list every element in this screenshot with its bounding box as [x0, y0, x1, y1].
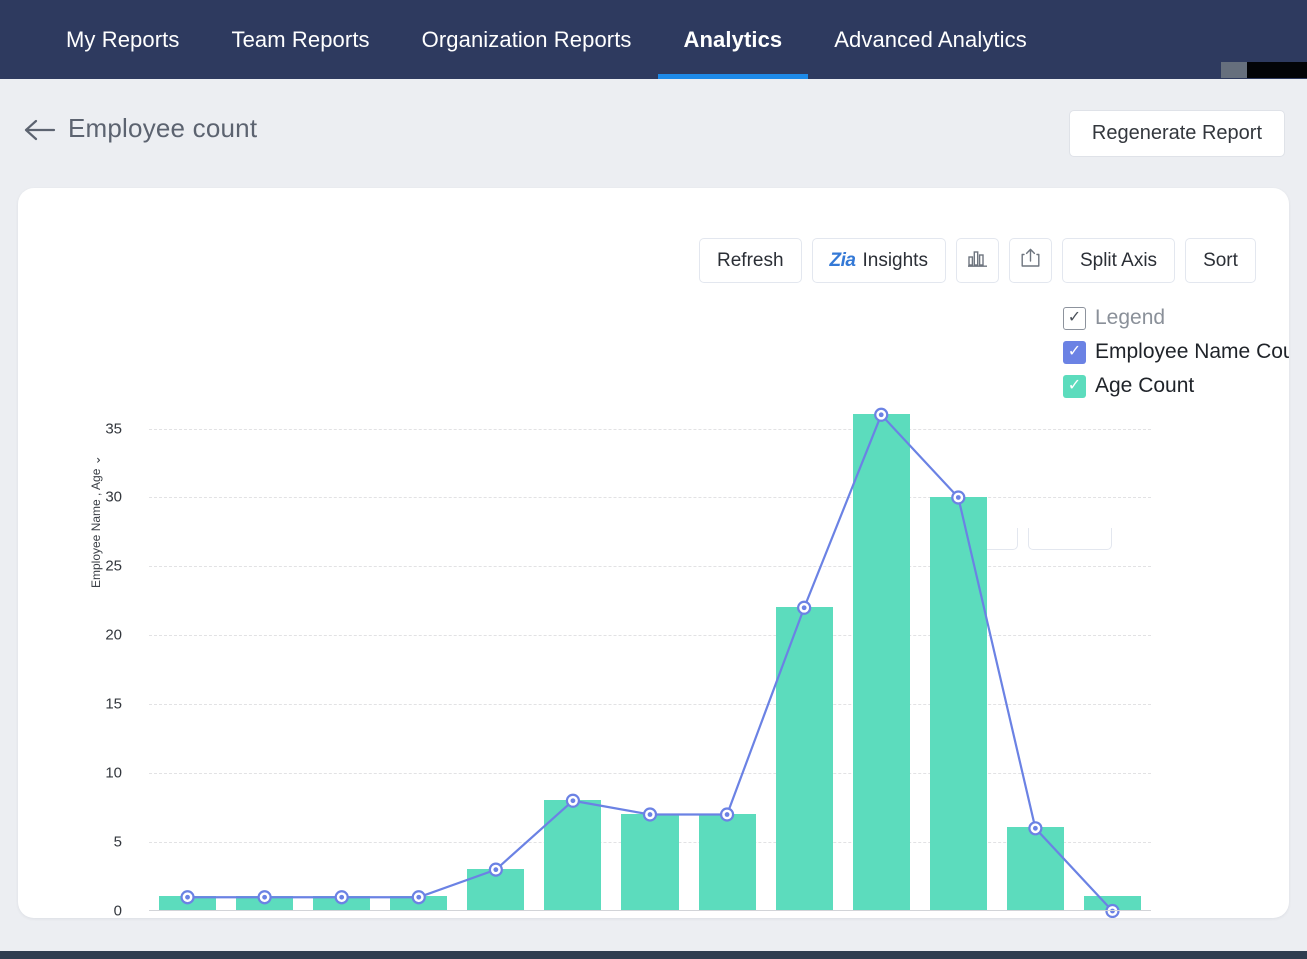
- insights-label: Insights: [862, 250, 927, 272]
- chart-plot-area: 05101520253035 2005200720092010201120122…: [131, 401, 1151, 911]
- y-axis-tick-label: 25: [82, 558, 122, 575]
- screen-artifact: [1247, 62, 1307, 78]
- x-axis-tick-label: 2010: [402, 917, 435, 918]
- legend-header-label: Legend: [1095, 306, 1165, 330]
- line-marker-core: [493, 867, 498, 872]
- line-marker-core: [802, 605, 807, 610]
- tab-team-reports[interactable]: Team Reports: [205, 0, 395, 79]
- x-axis-tick-label: 2019: [1096, 917, 1129, 918]
- app-root: My Reports Team Reports Organization Rep…: [0, 0, 1307, 959]
- top-navigation: My Reports Team Reports Organization Rep…: [0, 0, 1307, 79]
- line-marker-core: [571, 798, 576, 803]
- line-marker-core: [879, 412, 884, 417]
- tab-label: Team Reports: [231, 27, 369, 53]
- x-axis-tick-label: 2018: [1019, 917, 1052, 918]
- tab-advanced-analytics[interactable]: Advanced Analytics: [808, 0, 1053, 79]
- tab-organization-reports[interactable]: Organization Reports: [396, 0, 658, 79]
- y-axis-tick-label: 20: [82, 627, 122, 644]
- line-marker-core: [185, 895, 190, 900]
- x-axis-tick-label: 2013: [633, 917, 666, 918]
- x-axis-tick-label: 2014: [710, 917, 743, 918]
- line-marker-core: [262, 895, 267, 900]
- legend-item-label: Employee Name Count: [1095, 340, 1289, 364]
- chart-type-button[interactable]: [956, 238, 999, 283]
- x-axis-tick-label: 2017: [942, 917, 975, 918]
- legend-header[interactable]: ✓ Legend: [1063, 306, 1289, 330]
- sort-button[interactable]: Sort: [1185, 238, 1256, 283]
- x-axis-tick-label: 2016: [865, 917, 898, 918]
- tab-label: Advanced Analytics: [834, 27, 1027, 53]
- window-bottom-bar: [0, 951, 1307, 959]
- x-axis-tick-label: 2015: [787, 917, 820, 918]
- refresh-button[interactable]: Refresh: [699, 238, 802, 283]
- x-axis-tick-label: 2011: [480, 917, 512, 918]
- tab-my-reports[interactable]: My Reports: [40, 0, 205, 79]
- legend-checkbox[interactable]: ✓: [1063, 375, 1086, 398]
- y-axis-tick-label: 0: [82, 903, 122, 919]
- chart-toolbar: Refresh Zia Insights: [699, 238, 1256, 283]
- arrow-left-icon[interactable]: [22, 112, 58, 148]
- line-marker-core: [956, 495, 961, 500]
- tab-label: Analytics: [684, 27, 783, 53]
- y-axis-tick-label: 35: [82, 420, 122, 437]
- tab-label: Organization Reports: [422, 27, 632, 53]
- chart-line-series: [131, 401, 1151, 912]
- report-card: Refresh Zia Insights: [18, 188, 1289, 918]
- legend-item-label: Age Count: [1095, 374, 1194, 398]
- zia-insights-button[interactable]: Zia Insights: [812, 238, 946, 283]
- line-marker-core: [725, 812, 730, 817]
- x-axis-line: [149, 910, 1151, 911]
- bar-chart-icon: [967, 248, 988, 274]
- x-axis-tick-label: 2005: [171, 917, 204, 918]
- line-marker-core: [416, 895, 421, 900]
- x-axis-tick-label: 2007: [248, 917, 281, 918]
- legend-item-age-count[interactable]: ✓ Age Count: [1063, 374, 1289, 398]
- legend-toggle-checkbox[interactable]: ✓: [1063, 307, 1086, 330]
- line-marker-core: [339, 895, 344, 900]
- line-marker-core: [648, 812, 653, 817]
- tab-label: My Reports: [66, 27, 179, 53]
- legend-checkbox[interactable]: ✓: [1063, 341, 1086, 364]
- y-axis-tick-label: 10: [82, 765, 122, 782]
- line-path: [188, 415, 1113, 911]
- zia-logo-icon: Zia: [830, 250, 856, 272]
- y-axis-tick-label: 30: [82, 489, 122, 506]
- legend-item-employee-name-count[interactable]: ✓ Employee Name Count: [1063, 340, 1289, 364]
- page-title: Employee count: [68, 113, 257, 144]
- x-axis-tick-label: 2012: [556, 917, 589, 918]
- line-marker-core: [1033, 826, 1038, 831]
- chart-legend: ✓ Legend ✓ Employee Name Count ✓ Age Cou…: [1063, 306, 1289, 398]
- regenerate-report-button[interactable]: Regenerate Report: [1069, 110, 1285, 157]
- tab-analytics[interactable]: Analytics: [658, 0, 809, 79]
- y-axis-tick-label: 5: [82, 834, 122, 851]
- export-button[interactable]: [1009, 238, 1052, 283]
- y-axis-tick-label: 15: [82, 696, 122, 713]
- split-axis-button[interactable]: Split Axis: [1062, 238, 1175, 283]
- export-upload-icon: [1020, 247, 1041, 274]
- x-axis-tick-label: 2009: [325, 917, 358, 918]
